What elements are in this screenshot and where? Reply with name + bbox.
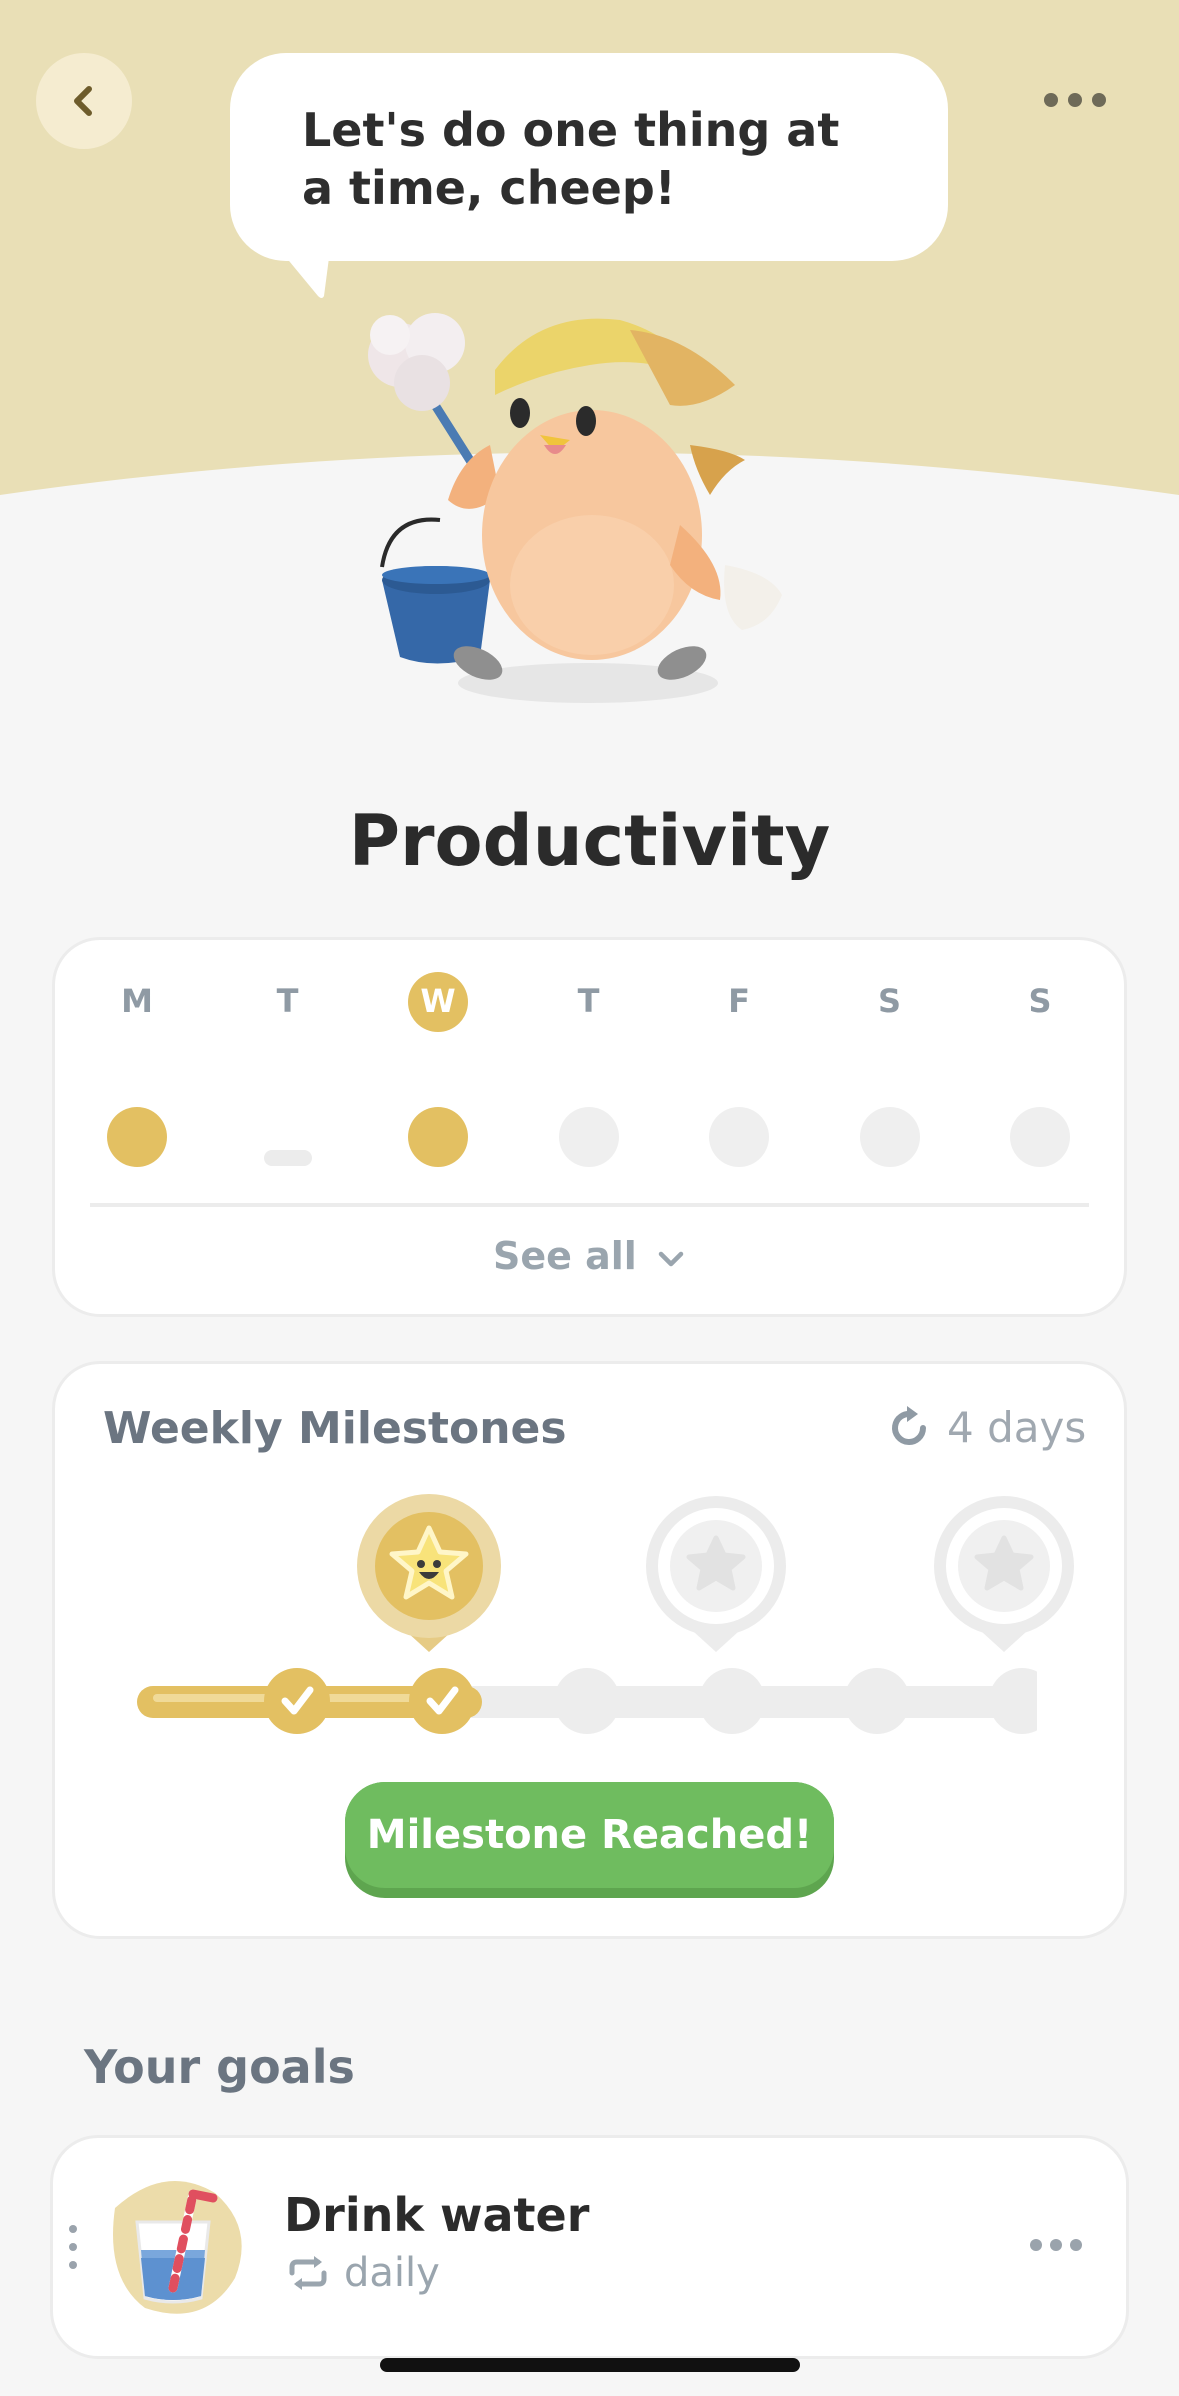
milestones-title: Weekly Milestones <box>103 1403 567 1454</box>
chevron-down-icon <box>658 1251 684 1266</box>
day-status-empty[interactable] <box>859 1107 920 1167</box>
speech-bubble-text: Let's do one thing at a time, cheep! <box>302 103 840 215</box>
see-all-label: See all <box>492 1234 637 1278</box>
track-node <box>699 1668 765 1734</box>
goal-more-button[interactable] <box>1030 2235 1090 2255</box>
repeat-icon <box>289 2256 327 2290</box>
goals-heading: Your goals <box>84 2040 355 2094</box>
milestone-reached-button[interactable]: Milestone Reached! <box>345 1782 834 1898</box>
day-letter[interactable]: W <box>388 982 488 1020</box>
see-all-button[interactable]: See all <box>0 1234 1179 1278</box>
day-letter[interactable]: S <box>990 982 1090 1020</box>
day-letter[interactable]: T <box>539 982 639 1020</box>
milestones-reset-countdown: 4 days <box>885 1403 1086 1452</box>
milestone-reached-label: Milestone Reached! <box>345 1782 834 1888</box>
day-status-empty[interactable] <box>558 1107 619 1167</box>
divider <box>90 1203 1089 1207</box>
refresh-icon <box>892 1405 926 1445</box>
track-node-completed <box>264 1668 330 1734</box>
mascot-illustration <box>368 313 782 703</box>
days-left-text: 4 days <box>947 1403 1087 1452</box>
goal-frequency-label: daily <box>344 2250 440 2296</box>
ellipsis-icon <box>1030 2239 1042 2251</box>
home-indicator <box>380 2358 800 2372</box>
day-letter[interactable]: S <box>840 982 940 1020</box>
drag-handle-icon[interactable] <box>66 2225 80 2269</box>
milestone-badge-reached[interactable] <box>355 1492 503 1654</box>
page-title: Productivity <box>348 800 831 882</box>
day-status-done[interactable] <box>107 1107 167 1167</box>
milestone-badge-locked-1[interactable] <box>642 1492 790 1654</box>
track-node <box>554 1668 620 1734</box>
water-glass-icon <box>113 2181 242 2314</box>
day-status-done[interactable] <box>408 1107 468 1167</box>
back-button[interactable] <box>36 53 132 149</box>
track-node <box>989 1668 1037 1734</box>
day-status-empty[interactable] <box>1010 1107 1070 1167</box>
day-letter[interactable]: T <box>238 982 338 1020</box>
speech-bubble: Let's do one thing at a time, cheep! <box>230 53 948 261</box>
milestone-progress-track <box>137 1668 1037 1734</box>
milestone-badge-locked-2[interactable] <box>930 1492 1078 1654</box>
ellipsis-dot <box>1068 93 1082 107</box>
track-node <box>844 1668 910 1734</box>
speech-bubble-tail <box>280 250 330 298</box>
day-status-empty[interactable] <box>709 1107 769 1167</box>
more-options-button[interactable] <box>1030 70 1120 130</box>
ellipsis-dot <box>1050 2239 1062 2251</box>
track-node-completed <box>409 1668 475 1734</box>
chevron-left-icon <box>74 86 92 116</box>
day-status-skipped[interactable] <box>263 1150 312 1166</box>
day-letter[interactable]: M <box>87 982 187 1020</box>
goal-title: Drink water <box>284 2188 590 2242</box>
ellipsis-dot <box>1092 93 1106 107</box>
day-letter[interactable]: F <box>689 982 789 1020</box>
ellipsis-dot <box>1070 2239 1082 2251</box>
goal-frequency: daily <box>286 2250 440 2296</box>
ellipsis-icon <box>1044 93 1058 107</box>
